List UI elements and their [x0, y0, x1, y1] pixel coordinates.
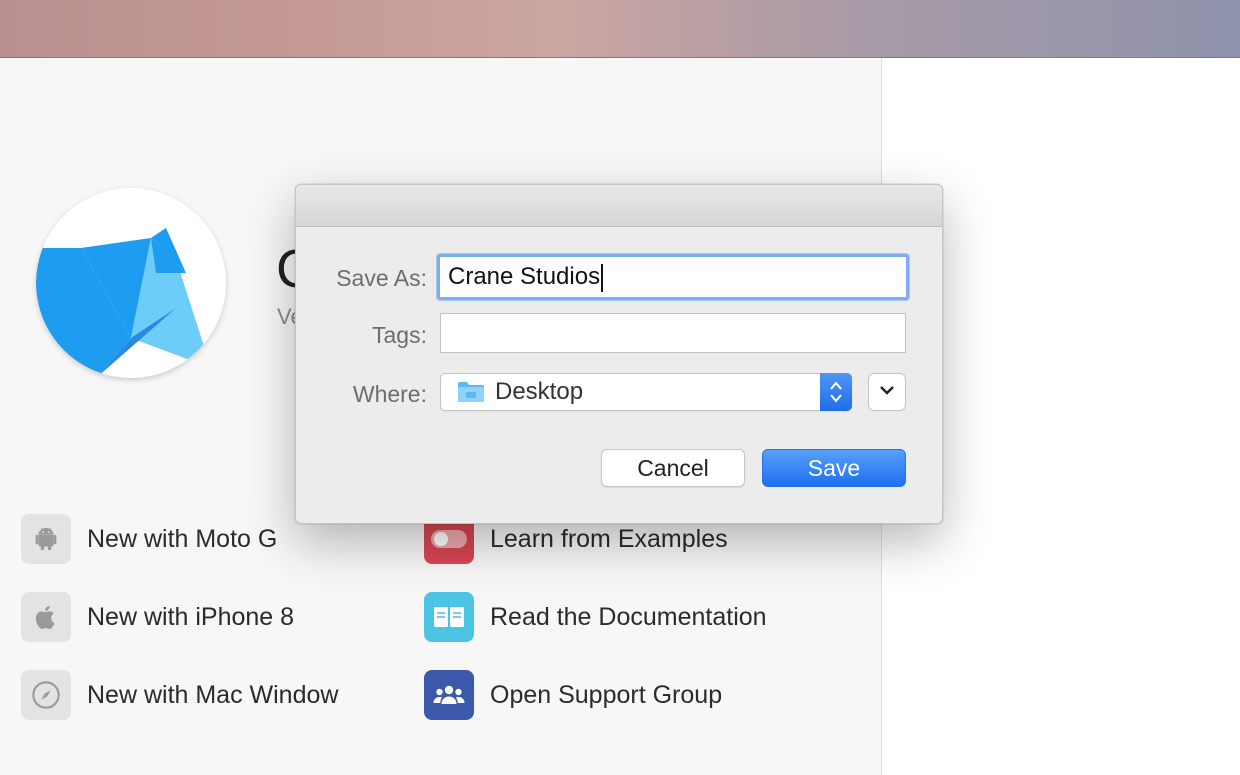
cancel-button[interactable]: Cancel	[601, 449, 745, 487]
new-moto-g-action[interactable]: New with Moto G	[21, 514, 277, 564]
action-label: Read the Documentation	[490, 602, 767, 631]
save-as-label: Save As:	[336, 265, 427, 291]
group-icon	[424, 670, 474, 720]
desktop-wallpaper-strip	[0, 0, 1240, 58]
new-iphone-8-action[interactable]: New with iPhone 8	[21, 592, 294, 642]
chevron-down-icon	[879, 383, 895, 401]
where-value: Desktop	[495, 378, 584, 405]
save-dialog: Save As: Crane Studios Tags: Where: Desk…	[295, 184, 943, 524]
android-icon	[21, 514, 71, 564]
save-as-value: Crane Studios	[448, 263, 601, 290]
tags-input[interactable]	[440, 313, 906, 353]
new-mac-window-action[interactable]: New with Mac Window	[21, 670, 338, 720]
where-label: Where:	[352, 381, 427, 407]
save-as-input[interactable]: Crane Studios	[437, 254, 909, 300]
expand-dialog-button[interactable]	[868, 373, 906, 411]
tags-label: Tags:	[372, 322, 427, 348]
open-support-group-action[interactable]: Open Support Group	[424, 670, 722, 720]
action-label: New with Mac Window	[87, 680, 339, 709]
dialog-titlebar[interactable]	[296, 185, 942, 227]
up-down-arrows-icon	[820, 373, 852, 411]
text-caret	[601, 263, 604, 292]
where-popup[interactable]: Desktop	[440, 373, 852, 411]
action-label: New with iPhone 8	[87, 602, 295, 631]
action-label: Learn from Examples	[490, 524, 728, 553]
action-label: New with Moto G	[87, 524, 278, 553]
app-logo	[36, 188, 226, 378]
compass-icon	[21, 670, 71, 720]
action-label: Open Support Group	[490, 680, 723, 709]
book-icon	[424, 592, 474, 642]
folder-icon	[457, 381, 485, 403]
read-documentation-action[interactable]: Read the Documentation	[424, 592, 767, 642]
save-button[interactable]: Save	[762, 449, 906, 487]
apple-icon	[21, 592, 71, 642]
